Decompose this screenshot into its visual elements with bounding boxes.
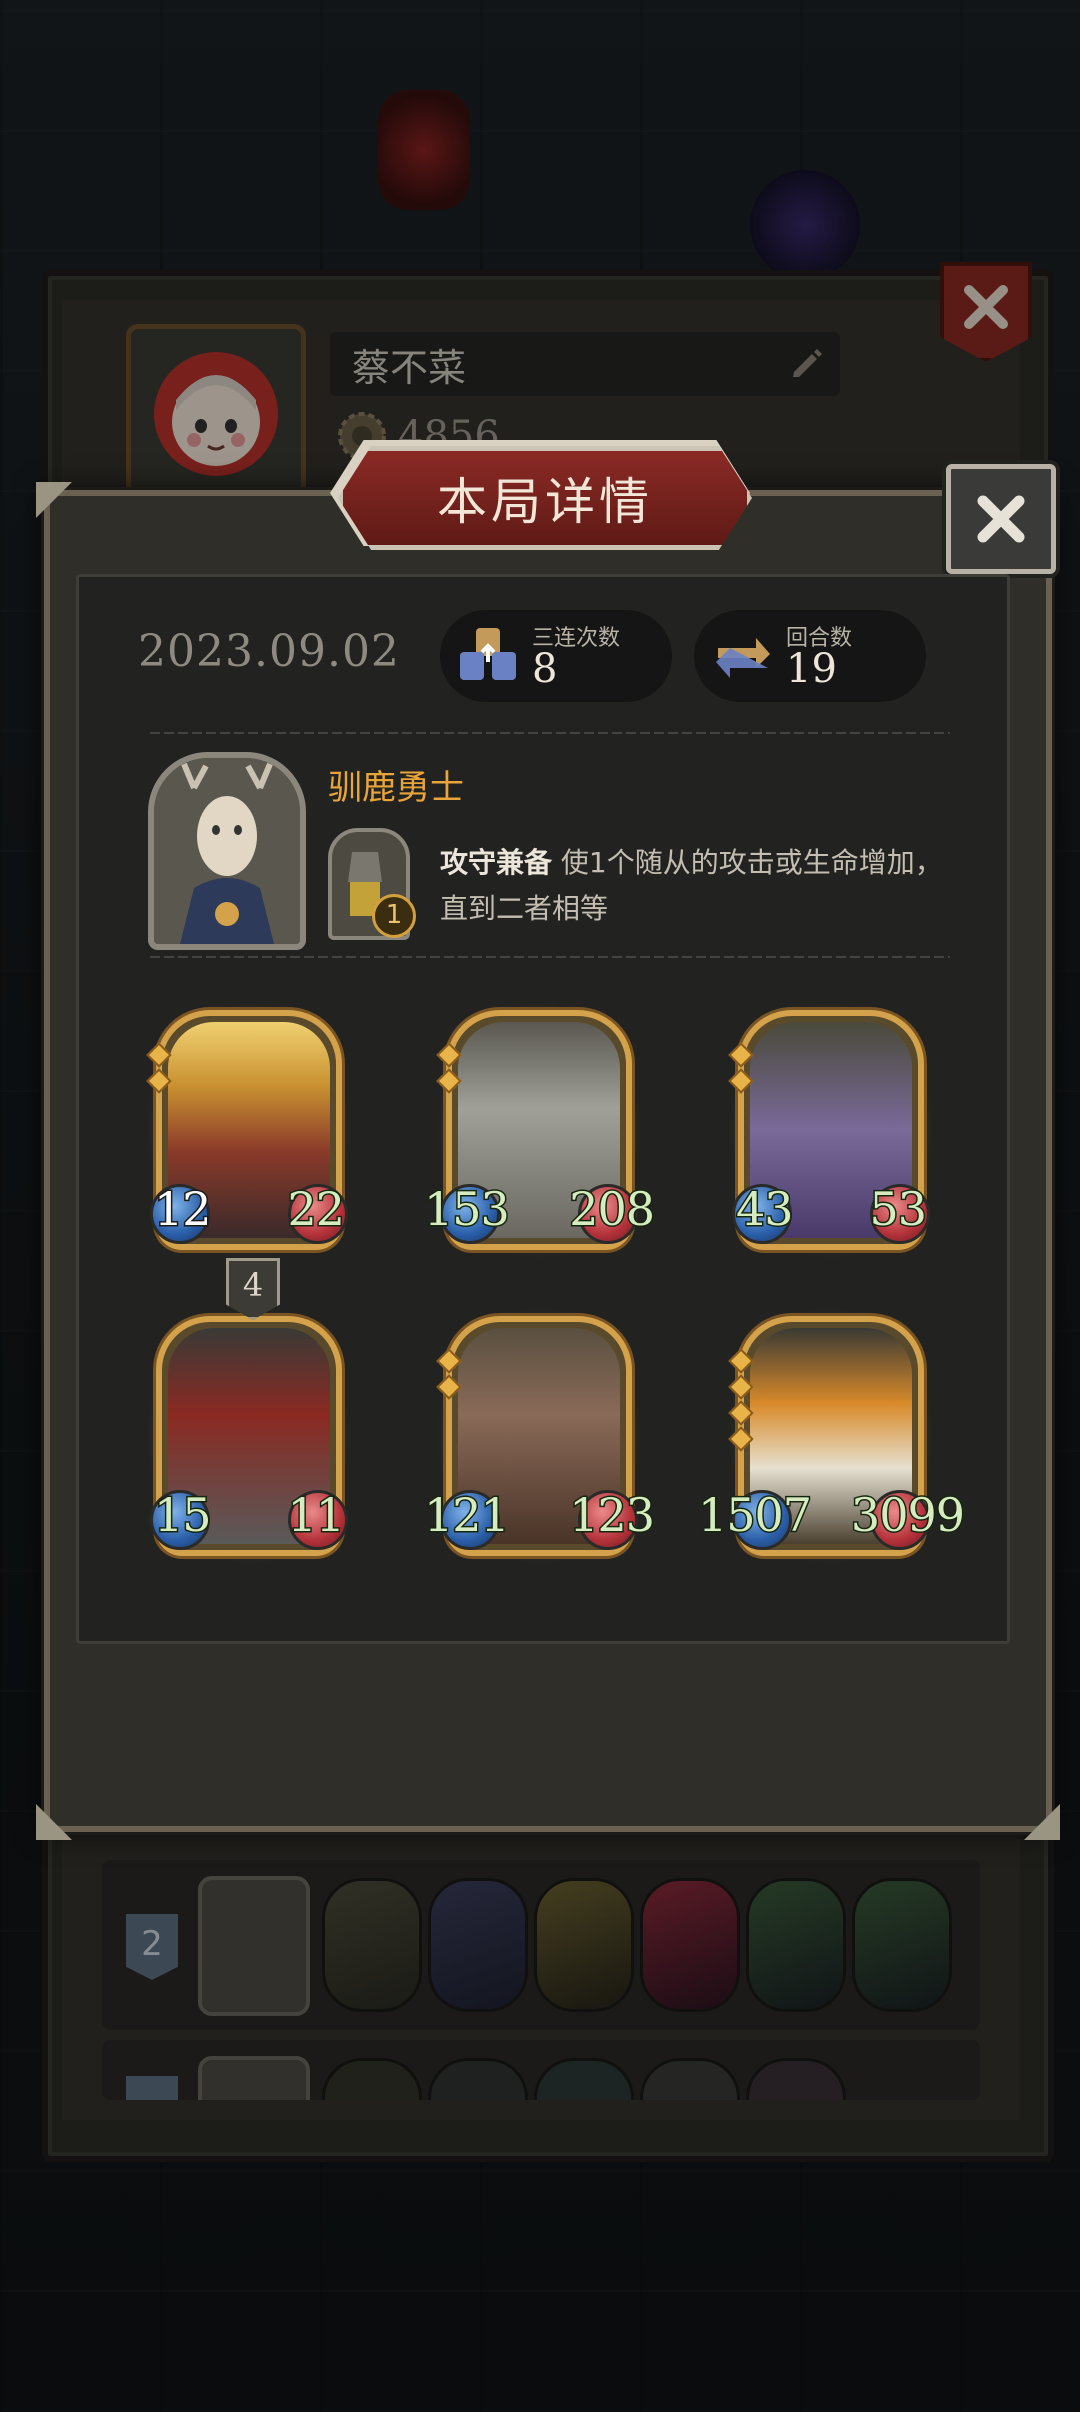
minion-card[interactable]: 153 208 <box>423 1000 656 1260</box>
minion-card[interactable]: 1507 3099 <box>696 1306 967 1566</box>
hero-name: 驯鹿勇士 <box>328 768 464 808</box>
minion-card[interactable]: 43 53 <box>728 1000 934 1260</box>
minion-card[interactable]: 121 123 <box>423 1306 656 1566</box>
minion-card[interactable]: 15 11 4 <box>146 1258 352 1566</box>
skill-description: 攻守兼备 使1个随从的攻击或生命增加，直到二者相等 <box>440 840 960 932</box>
round-count-value: 19 <box>786 646 837 692</box>
round-swap-icon <box>716 638 770 678</box>
hero-portrait[interactable] <box>148 752 306 950</box>
triple-count-stat: 三连次数 8 <box>440 610 672 702</box>
minion-card[interactable]: 12 22 <box>146 1000 352 1260</box>
health-value: 208 <box>568 1181 657 1238</box>
frame-corner <box>1024 1804 1060 1840</box>
attack-value: 1507 <box>696 1487 813 1544</box>
attack-value: 15 <box>153 1487 214 1544</box>
close-icon <box>977 495 1025 543</box>
health-value: 11 <box>286 1487 347 1544</box>
health-value: 22 <box>286 1181 347 1238</box>
attack-value: 153 <box>423 1181 512 1238</box>
health-value: 123 <box>568 1487 657 1544</box>
skill-level-badge: 1 <box>372 894 416 938</box>
health-value: 53 <box>868 1181 929 1238</box>
title-banner: 本局详情 <box>338 446 752 550</box>
triple-cards-icon <box>460 628 516 680</box>
health-value: 3099 <box>849 1487 966 1544</box>
dialog-title: 本局详情 <box>437 473 653 531</box>
reindeer-hero-icon <box>154 758 300 944</box>
match-date: 2023.09.02 <box>138 626 400 677</box>
dialog-close-button[interactable] <box>946 464 1056 574</box>
attack-value: 12 <box>153 1181 214 1238</box>
frame-corner <box>36 482 72 518</box>
skill-name: 攻守兼备 <box>440 846 553 879</box>
attack-value: 121 <box>423 1487 512 1544</box>
divider <box>150 732 950 734</box>
round-count-stat: 回合数 19 <box>694 610 926 702</box>
divider <box>150 956 950 958</box>
triple-count-value: 8 <box>532 646 558 692</box>
attack-value: 43 <box>735 1181 796 1238</box>
